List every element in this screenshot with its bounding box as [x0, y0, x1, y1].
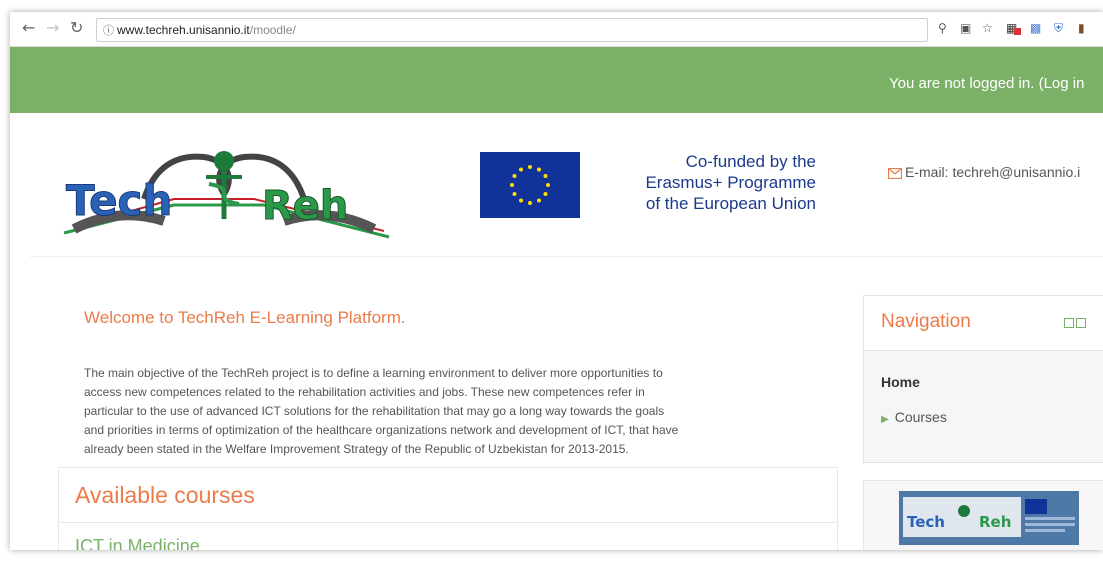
courses-divider [59, 522, 837, 523]
url-path: /moodle/ [249, 23, 296, 37]
eu-text-line-3: of the European Union [645, 194, 816, 213]
url-host: www.techreh.unisannio.it [117, 23, 250, 37]
reload-icon[interactable]: ↻ [70, 19, 83, 37]
envelope-icon [887, 167, 903, 180]
intro-line: already been stated in the Welfare Impro… [84, 442, 629, 456]
forward-icon[interactable]: → [46, 19, 59, 37]
expand-arrow-icon[interactable]: ▶ [881, 414, 889, 425]
techreh-logo[interactable]: Tech Reh [54, 139, 394, 239]
extension-book-icon[interactable]: ▮ [1078, 21, 1085, 35]
info-icon[interactable]: ⓘ [103, 20, 114, 42]
mini-logo-graphic: Tech Reh [899, 491, 1079, 545]
address-bar[interactable]: ⓘ www.techreh.unisannio.it/moodle/ [96, 18, 928, 42]
intro-line: access new competences related to the re… [84, 385, 645, 399]
navigation-tree: Home ▶ Courses [864, 351, 1103, 462]
navigation-header: Navigation [864, 296, 1103, 351]
login-status[interactable]: You are not logged in. (Log in [889, 75, 1084, 92]
nav-courses-label: Courses [894, 409, 947, 425]
eu-text-line-1: Co-funded by the [685, 152, 816, 171]
dock-block-icon[interactable] [1076, 318, 1086, 328]
intro-line: and priorities in terms of optimization … [84, 423, 679, 437]
extension-calendar-icon[interactable]: ▩ [1030, 21, 1041, 35]
logo-text-reh: Reh [262, 183, 348, 229]
back-icon[interactable]: ← [22, 19, 35, 37]
eu-flag [480, 152, 580, 218]
intro-paragraph: The main objective of the TechReh projec… [84, 364, 804, 459]
course-link-ict-in-medicine[interactable]: ICT in Medicine [75, 536, 200, 550]
welcome-title: Welcome to TechReh E-Learning Platform. [84, 308, 406, 327]
extension-shield-icon[interactable]: ⛨ [1054, 21, 1063, 35]
contact-email[interactable]: E-mail: techreh@unisannio.i [887, 164, 1081, 180]
eu-stars-icon [510, 165, 550, 205]
mini-logo-tech: Tech [907, 513, 945, 531]
header-divider [30, 256, 1103, 257]
techreh-mini-banner[interactable]: Tech Reh [899, 491, 1079, 545]
browser-toolbar: ← → ↻ ⓘ www.techreh.unisannio.it/moodle/ … [10, 12, 1103, 47]
nav-item-courses[interactable]: ▶ Courses [881, 409, 947, 425]
techreh-logo-graphic: Tech Reh [63, 151, 390, 239]
intro-line: The main objective of the TechReh projec… [84, 366, 663, 380]
logo-text-tech: Tech [66, 176, 172, 225]
browser-window: ← → ↻ ⓘ www.techreh.unisannio.it/moodle/ … [10, 12, 1103, 550]
mini-logo-reh: Reh [979, 513, 1011, 531]
navigation-block: Navigation Home ▶ Courses [863, 295, 1103, 463]
zoom-icon[interactable]: ⚲ [938, 21, 947, 35]
navigation-title: Navigation [881, 311, 971, 332]
intro-line: particular to the use of advanced ICT so… [84, 404, 665, 418]
notification-badge-icon [1014, 28, 1021, 35]
eu-cofunded-text: Co-funded by the Erasmus+ Programme of t… [596, 151, 816, 214]
eu-text-line-2: Erasmus+ Programme [645, 173, 816, 192]
available-courses-section: Available courses ICT in Medicine [58, 467, 838, 550]
nav-item-home[interactable]: Home [881, 374, 920, 390]
collapse-block-icon[interactable] [1064, 318, 1074, 328]
email-text: E-mail: techreh@unisannio.i [905, 164, 1081, 180]
available-courses-title: Available courses [75, 482, 255, 508]
bookmark-star-icon[interactable]: ☆ [982, 21, 993, 35]
side-banner-block: Tech Reh [863, 480, 1103, 550]
translate-icon[interactable]: ▣ [960, 21, 971, 35]
